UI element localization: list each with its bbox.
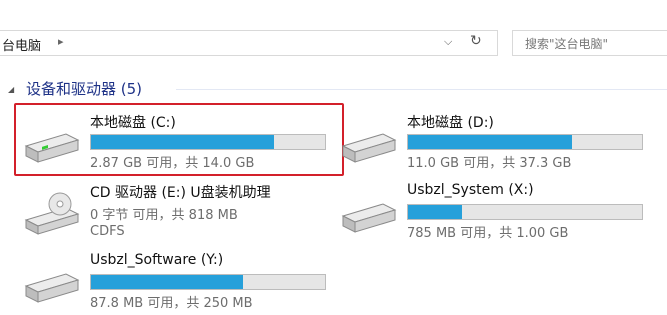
- drive-free-space: 11.0 GB 可用，共 37.3 GB: [407, 156, 572, 171]
- refresh-icon[interactable]: ↻: [470, 33, 482, 49]
- drive-free-space: 0 字节 可用，共 818 MB: [90, 208, 238, 223]
- hard-drive-icon: [341, 203, 397, 233]
- drive-name: Usbzl_Software (Y:): [90, 252, 224, 268]
- history-dropdown-icon[interactable]: ⌵: [444, 35, 452, 49]
- group-divider: [176, 89, 667, 90]
- drive-item-x[interactable]: Usbzl_System (X:) 785 MB 可用，共 1.00 GB: [339, 182, 649, 242]
- hard-drive-icon: [341, 133, 397, 163]
- address-path[interactable]: 台电脑: [2, 35, 41, 54]
- drive-free-space: 87.8 MB 可用，共 250 MB: [90, 296, 253, 311]
- breadcrumb-chevron-icon[interactable]: ▸: [58, 35, 64, 48]
- highlight-box: [14, 103, 344, 176]
- drive-filesystem: CDFS: [90, 224, 125, 239]
- usage-fill: [408, 135, 572, 149]
- drive-free-space: 785 MB 可用，共 1.00 GB: [407, 226, 569, 241]
- drive-name: Usbzl_System (X:): [407, 182, 534, 198]
- usage-bar: [407, 134, 643, 150]
- group-header-devices[interactable]: 设备和驱动器 (5): [26, 78, 142, 99]
- usage-bar: [90, 274, 326, 290]
- hard-drive-icon: [24, 273, 80, 303]
- search-box[interactable]: 搜索"这台电脑": [512, 30, 667, 56]
- drive-name: 本地磁盘 (D:): [407, 115, 494, 131]
- usage-bar: [407, 204, 643, 220]
- drive-item-e[interactable]: CD 驱动器 (E:) U盘装机助理 0 字节 可用，共 818 MB CDFS: [22, 182, 332, 242]
- usage-fill: [91, 275, 244, 289]
- group-collapse-icon[interactable]: ◢: [8, 85, 14, 94]
- search-placeholder[interactable]: 搜索"这台电脑": [525, 35, 608, 52]
- drive-item-d[interactable]: 本地磁盘 (D:) 11.0 GB 可用，共 37.3 GB: [339, 112, 649, 172]
- drive-name: CD 驱动器 (E:) U盘装机助理: [90, 185, 271, 201]
- cd-drive-icon: [24, 192, 80, 235]
- address-bar[interactable]: 台电脑 ▸ ⌵ ↻: [0, 30, 498, 56]
- usage-fill: [408, 205, 462, 219]
- drive-item-y[interactable]: Usbzl_Software (Y:) 87.8 MB 可用，共 250 MB: [22, 252, 332, 312]
